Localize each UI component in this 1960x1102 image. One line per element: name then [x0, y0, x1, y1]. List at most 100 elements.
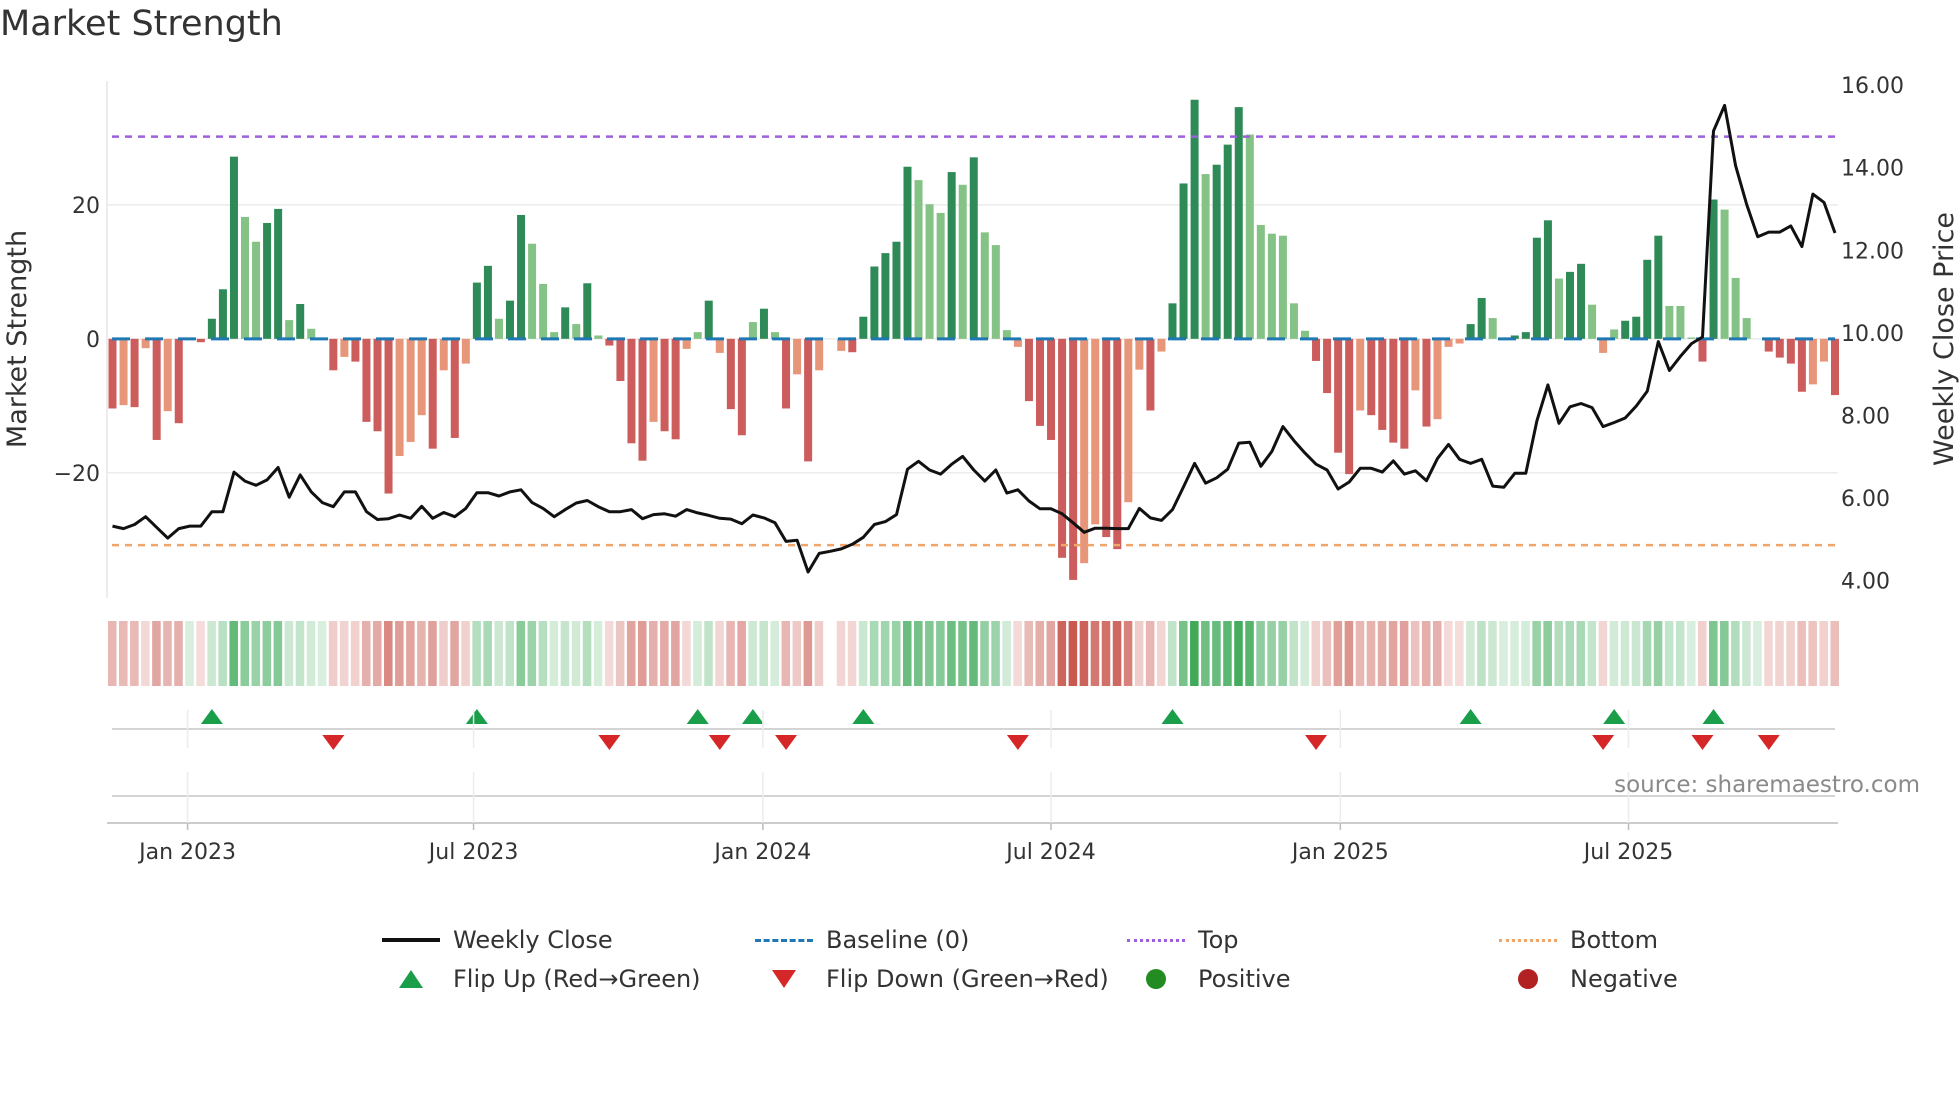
legend-label: Baseline (0): [826, 926, 970, 954]
strength-bar: [1819, 338, 1828, 362]
x-tick-label: Jul 2025: [1582, 840, 1674, 865]
strength-bar: [936, 212, 945, 339]
heat-cell: [538, 621, 548, 686]
heat-cell: [141, 621, 150, 686]
x-tick-label: Jan 2025: [1290, 840, 1389, 865]
strength-bar: [1411, 338, 1420, 391]
strength-bar: [329, 338, 338, 371]
strength-bar: [1532, 237, 1541, 339]
heat-cell: [1388, 621, 1398, 686]
heat-cell: [1576, 621, 1586, 686]
legend-bottom[interactable]: Bottom: [1498, 925, 1658, 955]
heat-cell: [1311, 621, 1321, 686]
heat-cell: [1068, 621, 1078, 686]
flip-markers: [112, 709, 1835, 797]
heat-cell: [660, 621, 669, 686]
legend-label: Negative: [1570, 965, 1678, 993]
legend-flip-down[interactable]: Flip Down (Green→Red): [754, 964, 1109, 994]
strength-bar: [1124, 338, 1133, 503]
strength-bar: [1621, 320, 1630, 339]
legend-label: Flip Down (Green→Red): [826, 965, 1109, 993]
strength-bar: [1632, 316, 1641, 339]
heat-cell: [185, 621, 194, 686]
strength-bar: [1146, 338, 1155, 411]
heat-cell: [207, 621, 216, 686]
legend-label: Flip Up (Red→Green): [453, 965, 701, 993]
strength-bar: [837, 338, 846, 351]
legend-weekly-close[interactable]: Weekly Close: [381, 925, 613, 955]
strength-bar: [539, 283, 548, 339]
strength-bar: [1764, 338, 1773, 352]
flip-down-marker: [322, 735, 345, 750]
heat-cell: [1355, 621, 1365, 686]
heat-cell: [273, 621, 283, 686]
heat-cell: [505, 621, 515, 686]
strength-bar: [903, 166, 912, 339]
strength-bar: [782, 338, 791, 409]
heat-cell: [1167, 621, 1177, 686]
heat-cell: [1223, 621, 1232, 686]
heat-cell: [1013, 621, 1022, 686]
y2-axis-label: Weekly Close Price: [1929, 212, 1960, 466]
legend-positive[interactable]: Positive: [1126, 964, 1291, 994]
heat-cell: [1399, 621, 1409, 686]
flip-down-marker: [1691, 735, 1714, 750]
heat-cell: [1466, 621, 1475, 686]
strength-bar: [1157, 338, 1166, 352]
heat-cell: [130, 621, 139, 686]
strength-bar: [1808, 338, 1817, 385]
strength-bar: [1312, 338, 1321, 361]
strength-bar: [594, 335, 603, 339]
flip-up-marker: [1161, 709, 1184, 724]
legend-flip-up[interactable]: Flip Up (Red→Green): [381, 964, 701, 994]
strength-bar: [1102, 338, 1111, 538]
strength-bar: [1367, 338, 1376, 416]
strength-bar: [1797, 338, 1806, 392]
strength-bar: [207, 318, 216, 339]
heat-cell: [1267, 621, 1276, 686]
heat-cell: [152, 621, 161, 686]
heat-cell: [715, 621, 724, 686]
heat-cell: [1245, 621, 1254, 686]
strength-bar: [1135, 338, 1144, 370]
heat-cell: [836, 621, 846, 686]
strength-bar: [1345, 338, 1354, 475]
heat-cell: [637, 621, 647, 686]
dotted-line-icon: [1498, 925, 1558, 955]
strength-bar: [1543, 220, 1552, 339]
legend-baseline[interactable]: Baseline (0): [754, 925, 969, 955]
strength-bar: [1786, 338, 1795, 364]
legend-top[interactable]: Top: [1126, 925, 1239, 955]
strength-bar: [748, 322, 757, 339]
heat-cell: [284, 621, 294, 686]
legend-label: Top: [1198, 926, 1239, 954]
heat-cell: [1289, 621, 1298, 686]
strength-bar: [130, 338, 139, 408]
strength-bar: [274, 208, 283, 339]
legend-negative[interactable]: Negative: [1498, 964, 1678, 994]
strength-bar: [1323, 338, 1332, 394]
strength-bar: [1654, 235, 1663, 339]
strength-heat-strip: [107, 621, 1840, 686]
strength-bar: [1058, 338, 1067, 558]
heat-cell: [1123, 621, 1133, 686]
strength-bar: [252, 241, 261, 339]
strength-bar: [1720, 209, 1729, 339]
heat-cell: [1764, 621, 1773, 686]
heat-cell: [693, 621, 702, 686]
y-axis-label: Market Strength: [2, 230, 33, 448]
heat-cell: [671, 621, 680, 686]
strength-bar: [1234, 107, 1243, 339]
heat-cell: [306, 621, 316, 686]
solid-line-icon: [381, 925, 441, 955]
strength-bar: [1433, 338, 1442, 420]
strength-bar: [991, 245, 1000, 339]
strength-bar: [373, 338, 382, 432]
heat-cell: [1432, 621, 1442, 686]
strength-bar: [196, 338, 205, 343]
heat-cell: [472, 621, 481, 686]
heat-cell: [1190, 621, 1199, 686]
strength-bar: [870, 266, 879, 339]
heat-cell: [880, 621, 890, 686]
y2-tick-label: 6.00: [1841, 487, 1890, 512]
